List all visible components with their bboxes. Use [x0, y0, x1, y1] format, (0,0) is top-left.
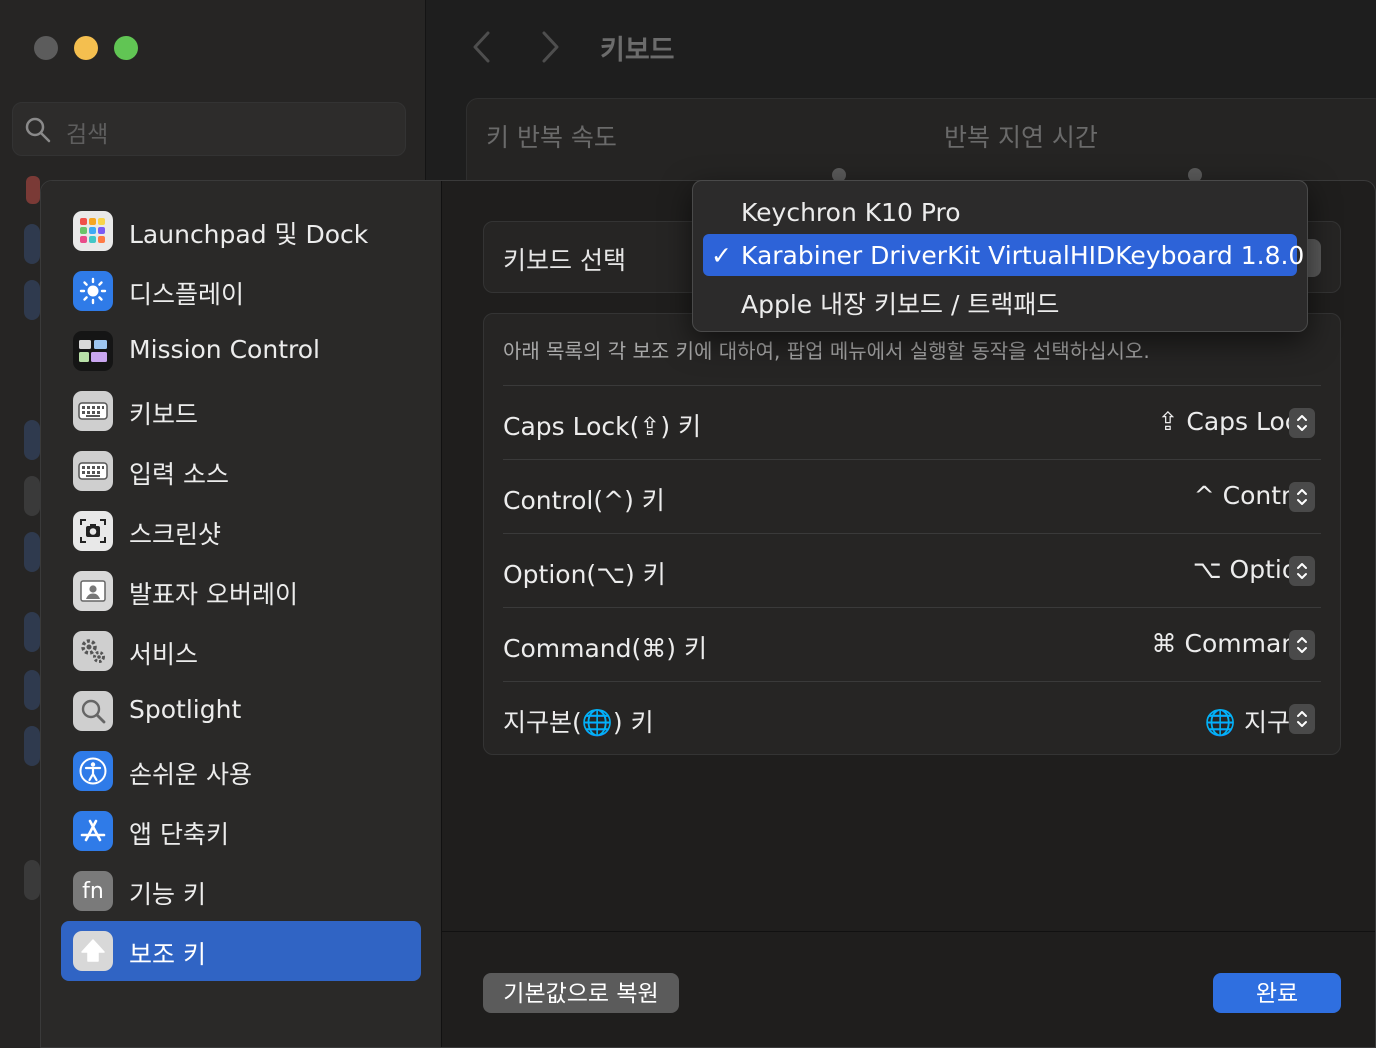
sidebar-item-label: 키보드: [129, 400, 199, 429]
sidebar-item-presenter-overlay[interactable]: 발표자 오버레이: [61, 561, 421, 621]
checkmark-icon: ✓: [711, 241, 732, 270]
keyboard-select-menu: Keychron K10 Pro ✓ Karabiner DriverKit V…: [692, 180, 1308, 332]
window-title: 키보드: [600, 35, 675, 66]
menu-item-keyboard[interactable]: ✓ Karabiner DriverKit VirtualHIDKeyboard…: [703, 234, 1304, 276]
key-repeat-label: 키 반복 속도: [486, 123, 617, 152]
app-store-icon: [73, 811, 113, 851]
chevron-left-icon[interactable]: [470, 30, 492, 72]
background-sidebar-icon: [24, 726, 40, 766]
background-sidebar-icon: [24, 612, 40, 652]
sidebar-item-label: 디스플레이: [129, 280, 245, 309]
background-sidebar-icon: [24, 420, 40, 460]
option-row-label: Option(⌥) 키: [503, 560, 666, 589]
search-icon: [24, 116, 52, 148]
presenter-overlay-icon: [73, 571, 113, 611]
background-sidebar-icon: [26, 176, 40, 204]
sidebar-item-label: Spotlight: [129, 695, 242, 724]
zoom-window-button[interactable]: [114, 36, 138, 60]
row-divider: [503, 533, 1321, 534]
sidebar-item-mission-control[interactable]: Mission Control: [61, 321, 421, 381]
sidebar-item-label: 발표자 오버레이: [129, 580, 298, 609]
repeat-delay-label: 반복 지연 시간: [944, 123, 1098, 152]
menu-item-keyboard[interactable]: Keychron K10 Pro: [703, 191, 1297, 233]
sidebar-item-label: 앱 단축키: [129, 820, 229, 849]
up-down-chevron-icon[interactable]: [1289, 630, 1315, 660]
mission-control-icon: [73, 331, 113, 371]
sidebar-item-modifier-keys[interactable]: 보조 키: [61, 921, 421, 981]
camera-screenshot-icon: [73, 511, 113, 551]
modifier-key-arrow-icon: [73, 931, 113, 971]
modifier-keys-panel: [483, 313, 1341, 755]
menu-item-label: Keychron K10 Pro: [741, 198, 961, 227]
caps-lock-row-label: Caps Lock(⇪) 키: [503, 412, 702, 441]
background-sidebar-icon: [24, 670, 40, 710]
launchpad-grid-icon: [73, 211, 113, 251]
sidebar-item-label: Mission Control: [129, 335, 320, 364]
sidebar-item-function-keys[interactable]: fn 기능 키: [61, 861, 421, 921]
keyboard-input-icon: [73, 451, 113, 491]
sheet-divider: [441, 181, 442, 1047]
sidebar-item-accessibility[interactable]: 손쉬운 사용: [61, 741, 421, 801]
sidebar-item-input-sources[interactable]: 입력 소스: [61, 441, 421, 501]
modifier-description: 아래 목록의 각 보조 키에 대하여, 팝업 메뉴에서 실행할 동작을 선택하십…: [503, 339, 1150, 363]
restore-defaults-button[interactable]: 기본값으로 복원: [483, 973, 679, 1013]
up-down-chevron-icon[interactable]: [1289, 556, 1315, 586]
sidebar-item-screenshot[interactable]: 스크린샷: [61, 501, 421, 561]
search-placeholder: 검색: [66, 122, 109, 148]
gears-icon: [73, 631, 113, 671]
row-divider: [503, 459, 1321, 460]
fn-key-icon: fn: [73, 871, 113, 911]
sidebar-item-keyboard[interactable]: 키보드: [61, 381, 421, 441]
close-window-button[interactable]: [34, 36, 58, 60]
menu-item-label: Karabiner DriverKit VirtualHIDKeyboard 1…: [741, 241, 1305, 270]
up-down-chevron-icon[interactable]: [1289, 482, 1315, 512]
done-button[interactable]: 완료: [1213, 973, 1341, 1013]
sidebar-item-label: 기능 키: [129, 880, 206, 909]
menu-item-keyboard[interactable]: Apple 내장 키보드 / 트랙패드: [703, 278, 1297, 320]
up-down-chevron-icon[interactable]: [1289, 704, 1315, 734]
sidebar-item-spotlight[interactable]: Spotlight: [61, 681, 421, 741]
row-divider: [503, 681, 1321, 682]
up-down-chevron-icon[interactable]: [1289, 408, 1315, 438]
sidebar-item-display[interactable]: 디스플레이: [61, 261, 421, 321]
sidebar-item-label: 손쉬운 사용: [129, 760, 252, 789]
sidebar-item-app-shortcuts[interactable]: 앱 단축키: [61, 801, 421, 861]
keyboard-icon: [73, 391, 113, 431]
minimize-window-button[interactable]: [74, 36, 98, 60]
sidebar-item-label: 보조 키: [129, 940, 206, 969]
sidebar-item-launchpad-dock[interactable]: Launchpad 및 Dock: [61, 201, 421, 261]
sun-brightness-icon: [73, 271, 113, 311]
chevron-right-icon[interactable]: [540, 30, 562, 72]
keyboard-select-label: 키보드 선택: [503, 246, 626, 275]
menu-item-label: Apple 내장 키보드 / 트랙패드: [741, 290, 1060, 319]
background-sidebar-icon: [24, 280, 40, 320]
row-divider: [503, 607, 1321, 608]
magnifier-icon: [73, 691, 113, 731]
footer-divider: [441, 931, 1375, 932]
sidebar-item-label: 서비스: [129, 640, 199, 669]
control-row-label: Control(^) 키: [503, 486, 665, 515]
sidebar-item-services[interactable]: 서비스: [61, 621, 421, 681]
row-divider: [503, 385, 1321, 386]
sidebar-item-label: 입력 소스: [129, 460, 229, 489]
globe-row-label: 지구본(🌐) 키: [503, 708, 654, 737]
sidebar-item-label: 스크린샷: [129, 520, 222, 549]
background-sidebar-icon: [24, 476, 40, 516]
command-row-label: Command(⌘) 키: [503, 634, 707, 663]
background-sidebar-icon: [24, 532, 40, 572]
sidebar-item-label: Launchpad 및 Dock: [129, 220, 369, 249]
background-sidebar-icon: [24, 224, 40, 264]
background-sidebar-icon: [24, 860, 40, 900]
accessibility-icon: [73, 751, 113, 791]
